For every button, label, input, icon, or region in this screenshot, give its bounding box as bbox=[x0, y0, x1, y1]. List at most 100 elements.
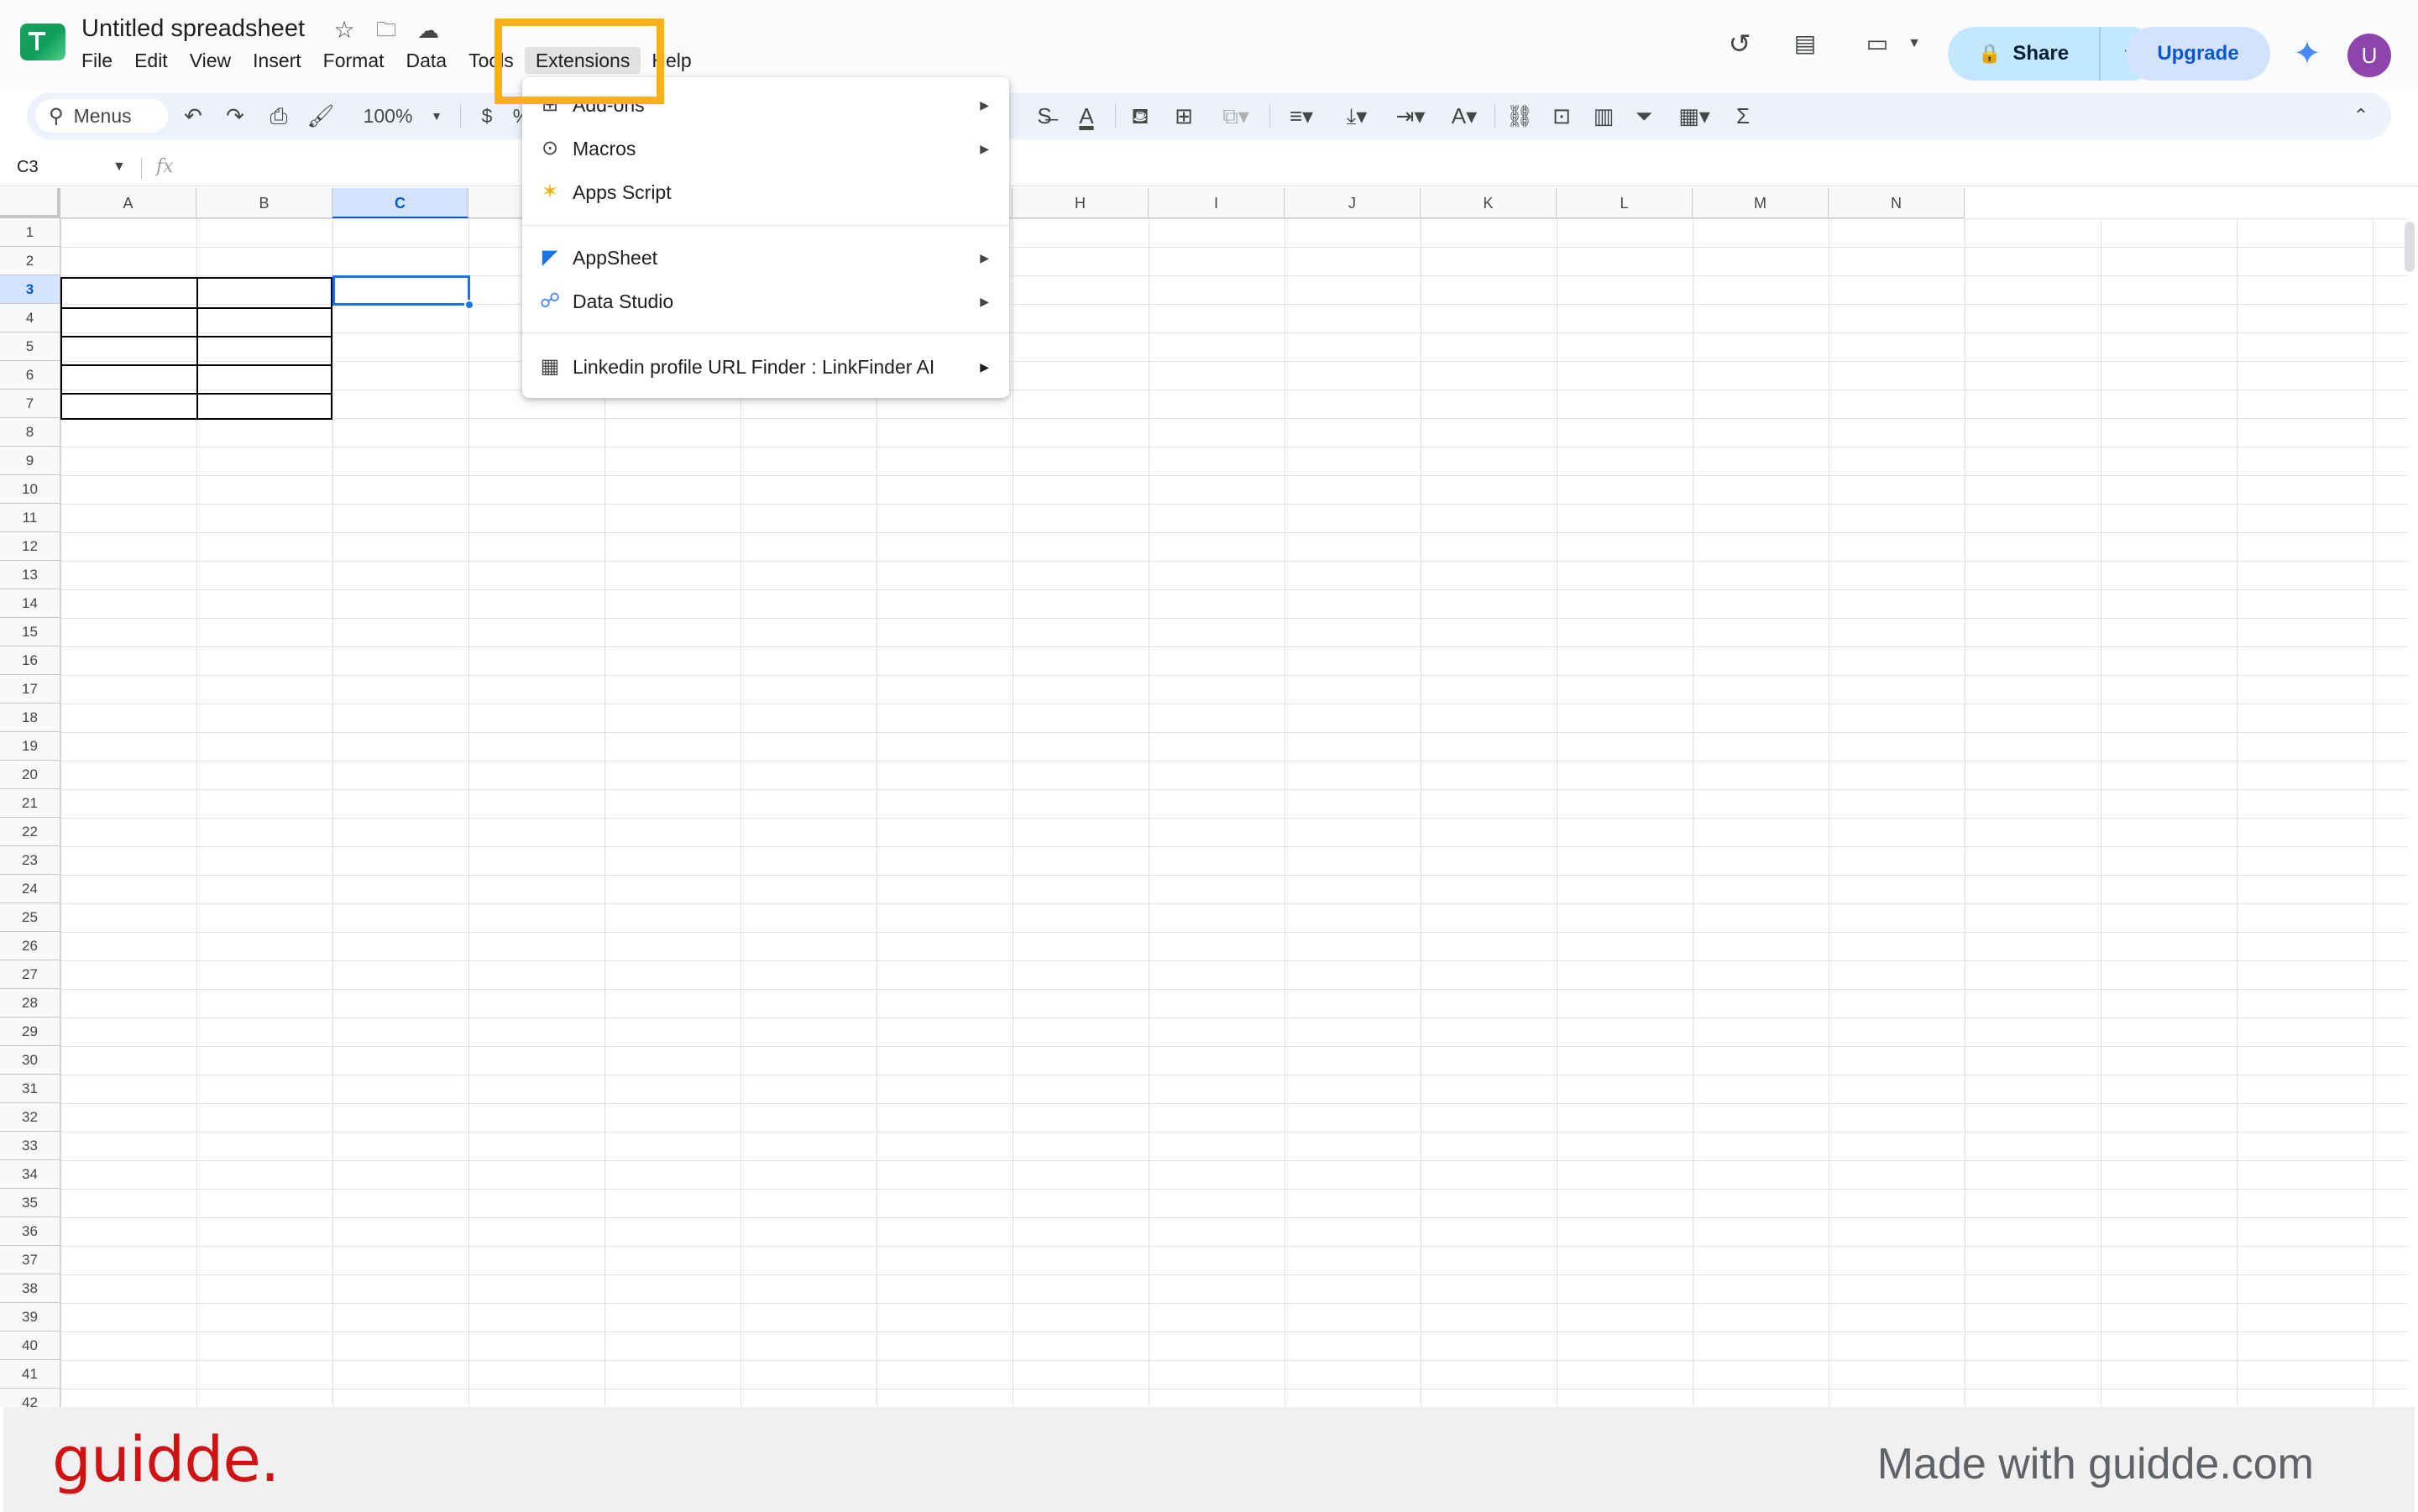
currency-format-button[interactable]: $ bbox=[470, 99, 504, 133]
row-header[interactable]: 20 bbox=[0, 761, 60, 789]
vertical-scrollbar[interactable] bbox=[2405, 222, 2415, 272]
insert-comment-icon[interactable]: ⊡ bbox=[1545, 99, 1578, 133]
print-icon[interactable]: ⎙ bbox=[262, 99, 296, 133]
row-header[interactable]: 23 bbox=[0, 846, 60, 875]
row-header[interactable]: 39 bbox=[0, 1303, 60, 1332]
insert-chart-icon[interactable]: ▥ bbox=[1587, 99, 1620, 133]
redo-icon[interactable]: ↷ bbox=[218, 99, 252, 133]
row-header[interactable]: 25 bbox=[0, 903, 60, 932]
menus-search-button[interactable]: ⚲ Menus bbox=[35, 99, 168, 133]
row-header[interactable]: 12 bbox=[0, 532, 60, 561]
name-box-caret-icon[interactable]: ▼ bbox=[113, 160, 126, 175]
upgrade-button[interactable]: Upgrade bbox=[2126, 27, 2270, 81]
column-header[interactable]: J bbox=[1285, 188, 1421, 218]
cell-area[interactable] bbox=[60, 218, 2408, 1407]
column-header[interactable]: A bbox=[60, 188, 196, 218]
column-header[interactable]: I bbox=[1149, 188, 1285, 218]
row-header[interactable]: 42 bbox=[0, 1389, 60, 1407]
row-header[interactable]: 18 bbox=[0, 704, 60, 732]
row-header[interactable]: 41 bbox=[0, 1360, 60, 1389]
row-header[interactable]: 3 bbox=[0, 275, 60, 304]
row-header[interactable]: 14 bbox=[0, 589, 60, 618]
row-header[interactable]: 21 bbox=[0, 789, 60, 818]
share-button[interactable]: 🔒 Share bbox=[1948, 27, 2101, 81]
row-header[interactable]: 5 bbox=[0, 332, 60, 361]
active-cell-c3[interactable] bbox=[332, 275, 470, 306]
menu-item-data-studio[interactable]: ☍ Data Studio ▶ bbox=[522, 280, 1009, 322]
row-header[interactable]: 27 bbox=[0, 960, 60, 989]
row-header[interactable]: 19 bbox=[0, 732, 60, 761]
row-header[interactable]: 2 bbox=[0, 247, 60, 275]
row-header[interactable]: 15 bbox=[0, 618, 60, 646]
row-header[interactable]: 1 bbox=[0, 218, 60, 247]
row-header[interactable]: 24 bbox=[0, 875, 60, 903]
row-header[interactable]: 37 bbox=[0, 1246, 60, 1274]
strikethrough-icon[interactable]: S̶ bbox=[1028, 99, 1061, 133]
row-header[interactable]: 22 bbox=[0, 818, 60, 846]
comments-icon[interactable]: ▤ bbox=[1788, 27, 1822, 60]
insert-link-icon[interactable]: ⛓ bbox=[1503, 99, 1536, 133]
menu-item-apps-script[interactable]: ✶ Apps Script bbox=[522, 171, 1009, 213]
linkfinder-icon: ▦ bbox=[540, 355, 560, 378]
row-header[interactable]: 32 bbox=[0, 1103, 60, 1132]
row-header[interactable]: 38 bbox=[0, 1274, 60, 1303]
text-color-icon[interactable]: A bbox=[1070, 99, 1103, 133]
avatar[interactable]: U bbox=[2347, 34, 2391, 77]
text-wrapping-icon[interactable]: ⇥▾ bbox=[1387, 99, 1434, 133]
column-header[interactable]: N bbox=[1829, 188, 1965, 218]
row-header[interactable]: 17 bbox=[0, 675, 60, 704]
undo-icon[interactable]: ↶ bbox=[176, 99, 210, 133]
row-header[interactable]: 10 bbox=[0, 475, 60, 504]
row-header[interactable]: 11 bbox=[0, 504, 60, 532]
column-header[interactable]: K bbox=[1421, 188, 1557, 218]
horizontal-align-icon[interactable]: ≡▾ bbox=[1278, 99, 1325, 133]
menu-item-linkfinder[interactable]: ▦ Linkedin profile URL Finder : LinkFind… bbox=[522, 346, 1009, 388]
row-header[interactable]: 29 bbox=[0, 1018, 60, 1046]
row-header[interactable]: 34 bbox=[0, 1160, 60, 1189]
row-header[interactable]: 13 bbox=[0, 561, 60, 589]
collapse-toolbar-icon[interactable]: ⌃ bbox=[2344, 99, 2378, 133]
zoom-select[interactable]: 100% bbox=[346, 99, 430, 133]
row-header[interactable]: 4 bbox=[0, 304, 60, 332]
text-rotation-icon[interactable]: A▾ bbox=[1441, 99, 1488, 133]
row-header[interactable]: 6 bbox=[0, 361, 60, 390]
row-header[interactable]: 35 bbox=[0, 1189, 60, 1217]
zoom-caret-icon[interactable]: ▼ bbox=[427, 99, 447, 133]
borders-icon[interactable]: ⊞ bbox=[1167, 99, 1201, 133]
column-header[interactable]: C bbox=[332, 188, 468, 218]
fill-handle[interactable] bbox=[464, 300, 474, 310]
paint-format-icon[interactable]: 🖌 bbox=[304, 99, 338, 133]
merge-cells-icon[interactable]: ⧉▾ bbox=[1211, 99, 1261, 133]
version-history-icon[interactable]: ↺ bbox=[1723, 27, 1756, 60]
row-header[interactable]: 16 bbox=[0, 646, 60, 675]
row-header[interactable]: 28 bbox=[0, 989, 60, 1018]
row-header[interactable]: 33 bbox=[0, 1132, 60, 1160]
row-header[interactable]: 36 bbox=[0, 1217, 60, 1246]
fill-color-icon[interactable]: ⛾ bbox=[1123, 99, 1157, 133]
row-header[interactable]: 9 bbox=[0, 447, 60, 475]
row-header[interactable]: 7 bbox=[0, 390, 60, 418]
menu-item-macros[interactable]: ⊙ Macros ▶ bbox=[522, 128, 1009, 170]
meet-video-icon[interactable]: ▭ bbox=[1861, 27, 1894, 60]
select-all-corner[interactable] bbox=[0, 188, 60, 218]
column-header[interactable]: H bbox=[1013, 188, 1149, 218]
extensions-dropdown-menu: ⊞ Add-ons ▶ ⊙ Macros ▶ ✶ Apps Script ◤ A… bbox=[522, 77, 1009, 398]
filter-views-icon[interactable]: ▦▾ bbox=[1669, 99, 1719, 133]
filter-icon[interactable]: ⏷ bbox=[1627, 99, 1661, 133]
menu-item-appsheet[interactable]: ◤ AppSheet ▶ bbox=[522, 237, 1009, 279]
row-header[interactable]: 8 bbox=[0, 418, 60, 447]
row-header[interactable]: 30 bbox=[0, 1046, 60, 1075]
gemini-sparkle-icon[interactable]: ✦ bbox=[2289, 35, 2326, 72]
meet-caret-icon[interactable]: ▼ bbox=[1897, 27, 1931, 60]
row-header[interactable]: 26 bbox=[0, 932, 60, 960]
vertical-align-icon[interactable]: ⤓▾ bbox=[1333, 99, 1380, 133]
name-box[interactable]: C3 bbox=[17, 158, 39, 177]
row-header[interactable]: 40 bbox=[0, 1332, 60, 1360]
menu-item-label: Macros bbox=[573, 137, 636, 160]
row-header[interactable]: 31 bbox=[0, 1075, 60, 1103]
column-header[interactable]: L bbox=[1557, 188, 1693, 218]
header-actions: ↺ ▤ ▭ ▼ 🔒 Share ▼ Upgrade ✦ U bbox=[0, 13, 2418, 81]
column-header[interactable]: M bbox=[1693, 188, 1829, 218]
column-header[interactable]: B bbox=[196, 188, 332, 218]
functions-icon[interactable]: Σ bbox=[1726, 99, 1760, 133]
